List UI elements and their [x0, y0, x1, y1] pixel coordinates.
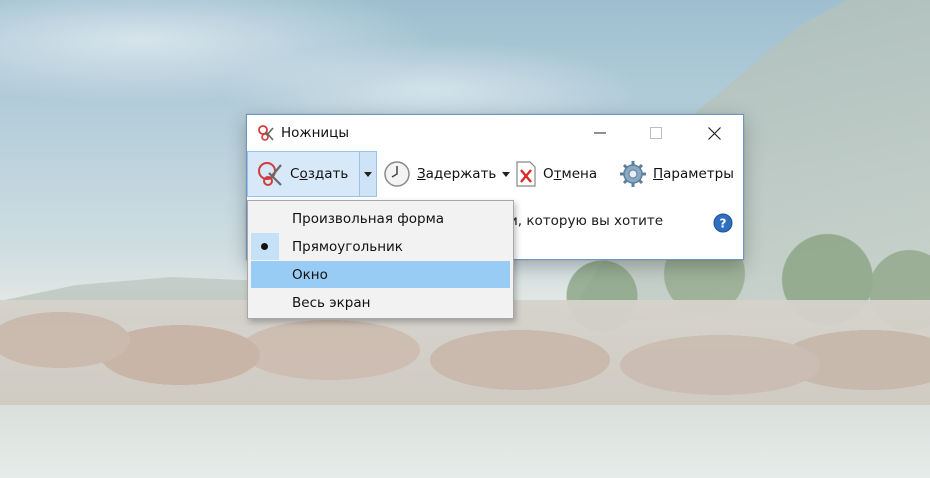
cancel-document-icon [516, 161, 536, 187]
svg-text:?: ? [720, 217, 727, 231]
delay-label-accel: З [417, 166, 426, 182]
menu-item-label: Прямоугольник [292, 238, 403, 255]
create-button[interactable]: Создать [247, 151, 359, 197]
gear-icon [620, 161, 646, 187]
create-label-accel: о [299, 166, 308, 182]
cancel-label-prefix: О [543, 166, 554, 182]
menu-item-freeform[interactable]: Произвольная форма [251, 205, 510, 232]
menu-item-rectangle[interactable]: Прямоугольник [251, 233, 510, 260]
cancel-label: Отмена [543, 166, 597, 182]
menu-item-window[interactable]: Окно [251, 261, 510, 288]
cancel-label-rest: мена [561, 166, 598, 182]
help-icon[interactable]: ? [713, 213, 733, 233]
info-text: и, которую вы хотите [509, 213, 664, 229]
menu-item-label: Произвольная форма [292, 210, 445, 227]
options-button[interactable]: Параметры [619, 151, 734, 197]
create-label-rest: здать [307, 166, 349, 182]
options-label: Параметры [653, 166, 734, 182]
scissors-icon [258, 162, 282, 186]
create-label: Создать [290, 166, 348, 182]
close-button[interactable] [691, 115, 737, 151]
close-icon [707, 126, 721, 140]
scissors-icon [258, 125, 274, 141]
dropdown-arrow-icon [364, 171, 372, 177]
wallpaper-water [0, 405, 930, 478]
delay-label-rest: адержать [425, 166, 497, 182]
create-mode-menu: Произвольная форма Прямоугольник Окно Ве… [247, 200, 514, 319]
toolbar: Создать Задержать Отмена Параметры [247, 151, 743, 197]
dropdown-arrow-icon [502, 171, 511, 177]
selected-bullet-icon [261, 243, 268, 250]
cancel-label-accel: т [553, 166, 562, 182]
menu-item-label: Окно [292, 266, 328, 283]
create-mode-dropdown-button[interactable] [359, 151, 377, 197]
delay-button[interactable]: Задержать [379, 151, 511, 197]
options-label-rest: араметры [663, 166, 734, 182]
title-bar[interactable]: Ножницы [247, 115, 743, 151]
delay-label: Задержать [417, 166, 496, 182]
clock-icon [384, 161, 410, 187]
minimize-icon [594, 132, 606, 134]
cancel-button[interactable]: Отмена [515, 151, 597, 197]
maximize-button[interactable] [633, 115, 679, 151]
maximize-icon [650, 127, 662, 139]
options-label-accel: П [653, 166, 664, 182]
menu-item-fullscreen[interactable]: Весь экран [251, 289, 510, 316]
minimize-button[interactable] [577, 115, 623, 151]
menu-item-label: Весь экран [292, 294, 371, 311]
window-title: Ножницы [281, 125, 350, 141]
